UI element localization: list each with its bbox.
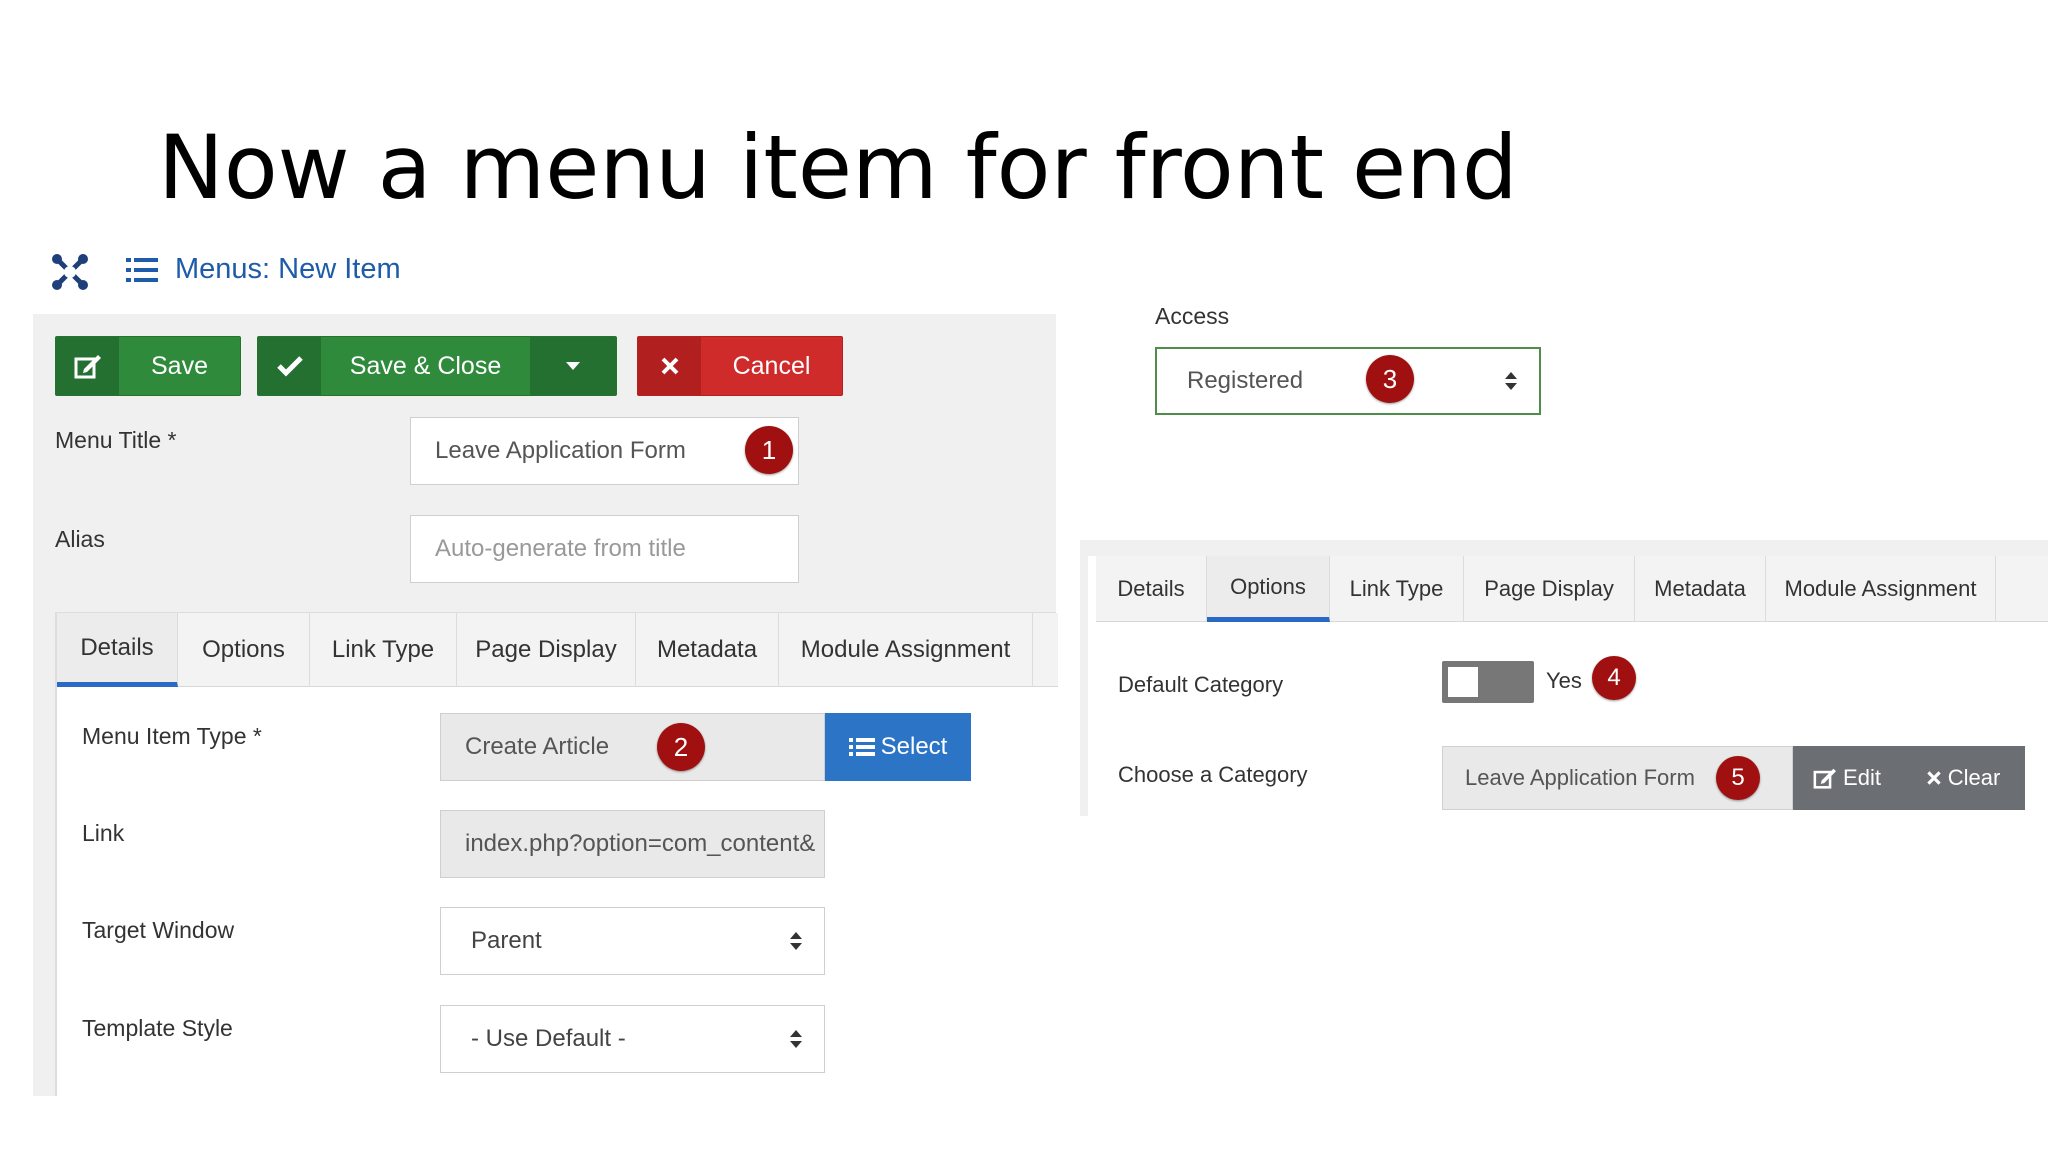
options-tab-page-display[interactable]: Page Display — [1464, 556, 1635, 622]
list-icon — [126, 258, 158, 282]
edit-form-panel: Save Save & Close Cancel Menu Title * Le… — [33, 314, 1058, 1096]
step-badge-3: 3 — [1366, 355, 1414, 403]
tab-link-type[interactable]: Link Type — [310, 613, 457, 687]
clear-button[interactable]: Clear — [1901, 746, 2025, 810]
alias-input[interactable]: Auto-generate from title — [410, 515, 799, 583]
details-tabs: Details Options Link Type Page Display M… — [55, 612, 1058, 1096]
check-icon — [258, 337, 321, 395]
link-label: Link — [82, 820, 125, 846]
target-window-value: Parent — [471, 927, 542, 954]
page-heading: Menus: New Item — [175, 253, 401, 285]
close-icon — [1926, 771, 1941, 785]
step-badge-2: 2 — [657, 723, 705, 771]
save-close-button[interactable]: Save & Close — [257, 336, 617, 396]
options-tab-details[interactable]: Details — [1096, 556, 1207, 622]
sort-arrows-icon — [790, 1030, 802, 1048]
default-category-label: Default Category — [1118, 672, 1284, 697]
alias-label: Alias — [55, 526, 105, 552]
select-label: Select — [880, 733, 948, 760]
menu-title-label: Menu Title * — [55, 427, 177, 453]
options-panel: Details Options Link Type Page Display M… — [1080, 540, 2048, 816]
template-style-value: - Use Default - — [471, 1025, 626, 1052]
template-style-select[interactable]: - Use Default - — [440, 1005, 825, 1073]
menu-item-type-field: Create Article — [440, 713, 825, 781]
save-close-label: Save & Close — [349, 351, 502, 380]
access-label: Access — [1155, 303, 1230, 329]
cancel-label: Cancel — [732, 351, 811, 380]
tab-options[interactable]: Options — [178, 613, 310, 687]
list-icon — [848, 738, 875, 756]
target-window-select[interactable]: Parent — [440, 907, 825, 975]
options-tab-metadata[interactable]: Metadata — [1635, 556, 1766, 622]
close-icon — [638, 337, 701, 395]
slide-title: Now a menu item for front end — [158, 116, 1518, 219]
tab-module-assignment[interactable]: Module Assignment — [779, 613, 1033, 687]
tab-bar: Details Options Link Type Page Display M… — [57, 613, 1058, 687]
menu-title-input[interactable]: Leave Application Form — [410, 417, 799, 485]
access-select[interactable]: Registered — [1155, 347, 1541, 415]
choose-category-label: Choose a Category — [1118, 762, 1308, 787]
menu-title-value: Leave Application Form — [435, 437, 686, 464]
default-category-toggle[interactable] — [1442, 661, 1534, 703]
save-label: Save — [151, 351, 208, 380]
edit-button[interactable]: Edit — [1793, 746, 1901, 810]
cancel-button[interactable]: Cancel — [637, 336, 843, 396]
menu-item-type-value: Create Article — [465, 733, 610, 760]
default-category-value: Yes — [1546, 668, 1582, 693]
save-button[interactable]: Save — [55, 336, 241, 396]
menu-item-type-label: Menu Item Type * — [82, 723, 262, 749]
tab-details[interactable]: Details — [57, 613, 178, 687]
target-window-label: Target Window — [82, 917, 235, 943]
toggle-knob — [1448, 667, 1478, 697]
tab-page-display[interactable]: Page Display — [457, 613, 636, 687]
access-value: Registered — [1187, 367, 1304, 394]
joomla-logo-icon — [52, 254, 88, 290]
link-value: index.php?option=com_content& — [465, 830, 816, 857]
choose-category-value: Leave Application Form — [1465, 765, 1695, 790]
options-tab-options[interactable]: Options — [1207, 556, 1330, 622]
sort-arrows-icon — [790, 932, 802, 950]
link-field: index.php?option=com_content& — [440, 810, 825, 878]
select-button[interactable]: Select — [825, 713, 971, 781]
options-tab-module-assignment[interactable]: Module Assignment — [1766, 556, 1996, 622]
clear-label: Clear — [1947, 765, 2001, 790]
tab-metadata[interactable]: Metadata — [636, 613, 779, 687]
options-tab-link-type[interactable]: Link Type — [1330, 556, 1464, 622]
caret-down-icon[interactable] — [530, 337, 616, 395]
step-badge-5: 5 — [1716, 756, 1760, 800]
step-badge-1: 1 — [745, 426, 793, 474]
edit-icon — [1813, 768, 1837, 789]
edit-label: Edit — [1843, 765, 1881, 790]
alias-placeholder: Auto-generate from title — [435, 535, 686, 562]
template-style-label: Template Style — [82, 1015, 233, 1041]
options-tab-bar: Details Options Link Type Page Display M… — [1096, 556, 2048, 622]
sort-arrows-icon — [1505, 372, 1517, 390]
edit-icon — [56, 337, 119, 395]
step-badge-4: 4 — [1592, 656, 1636, 700]
